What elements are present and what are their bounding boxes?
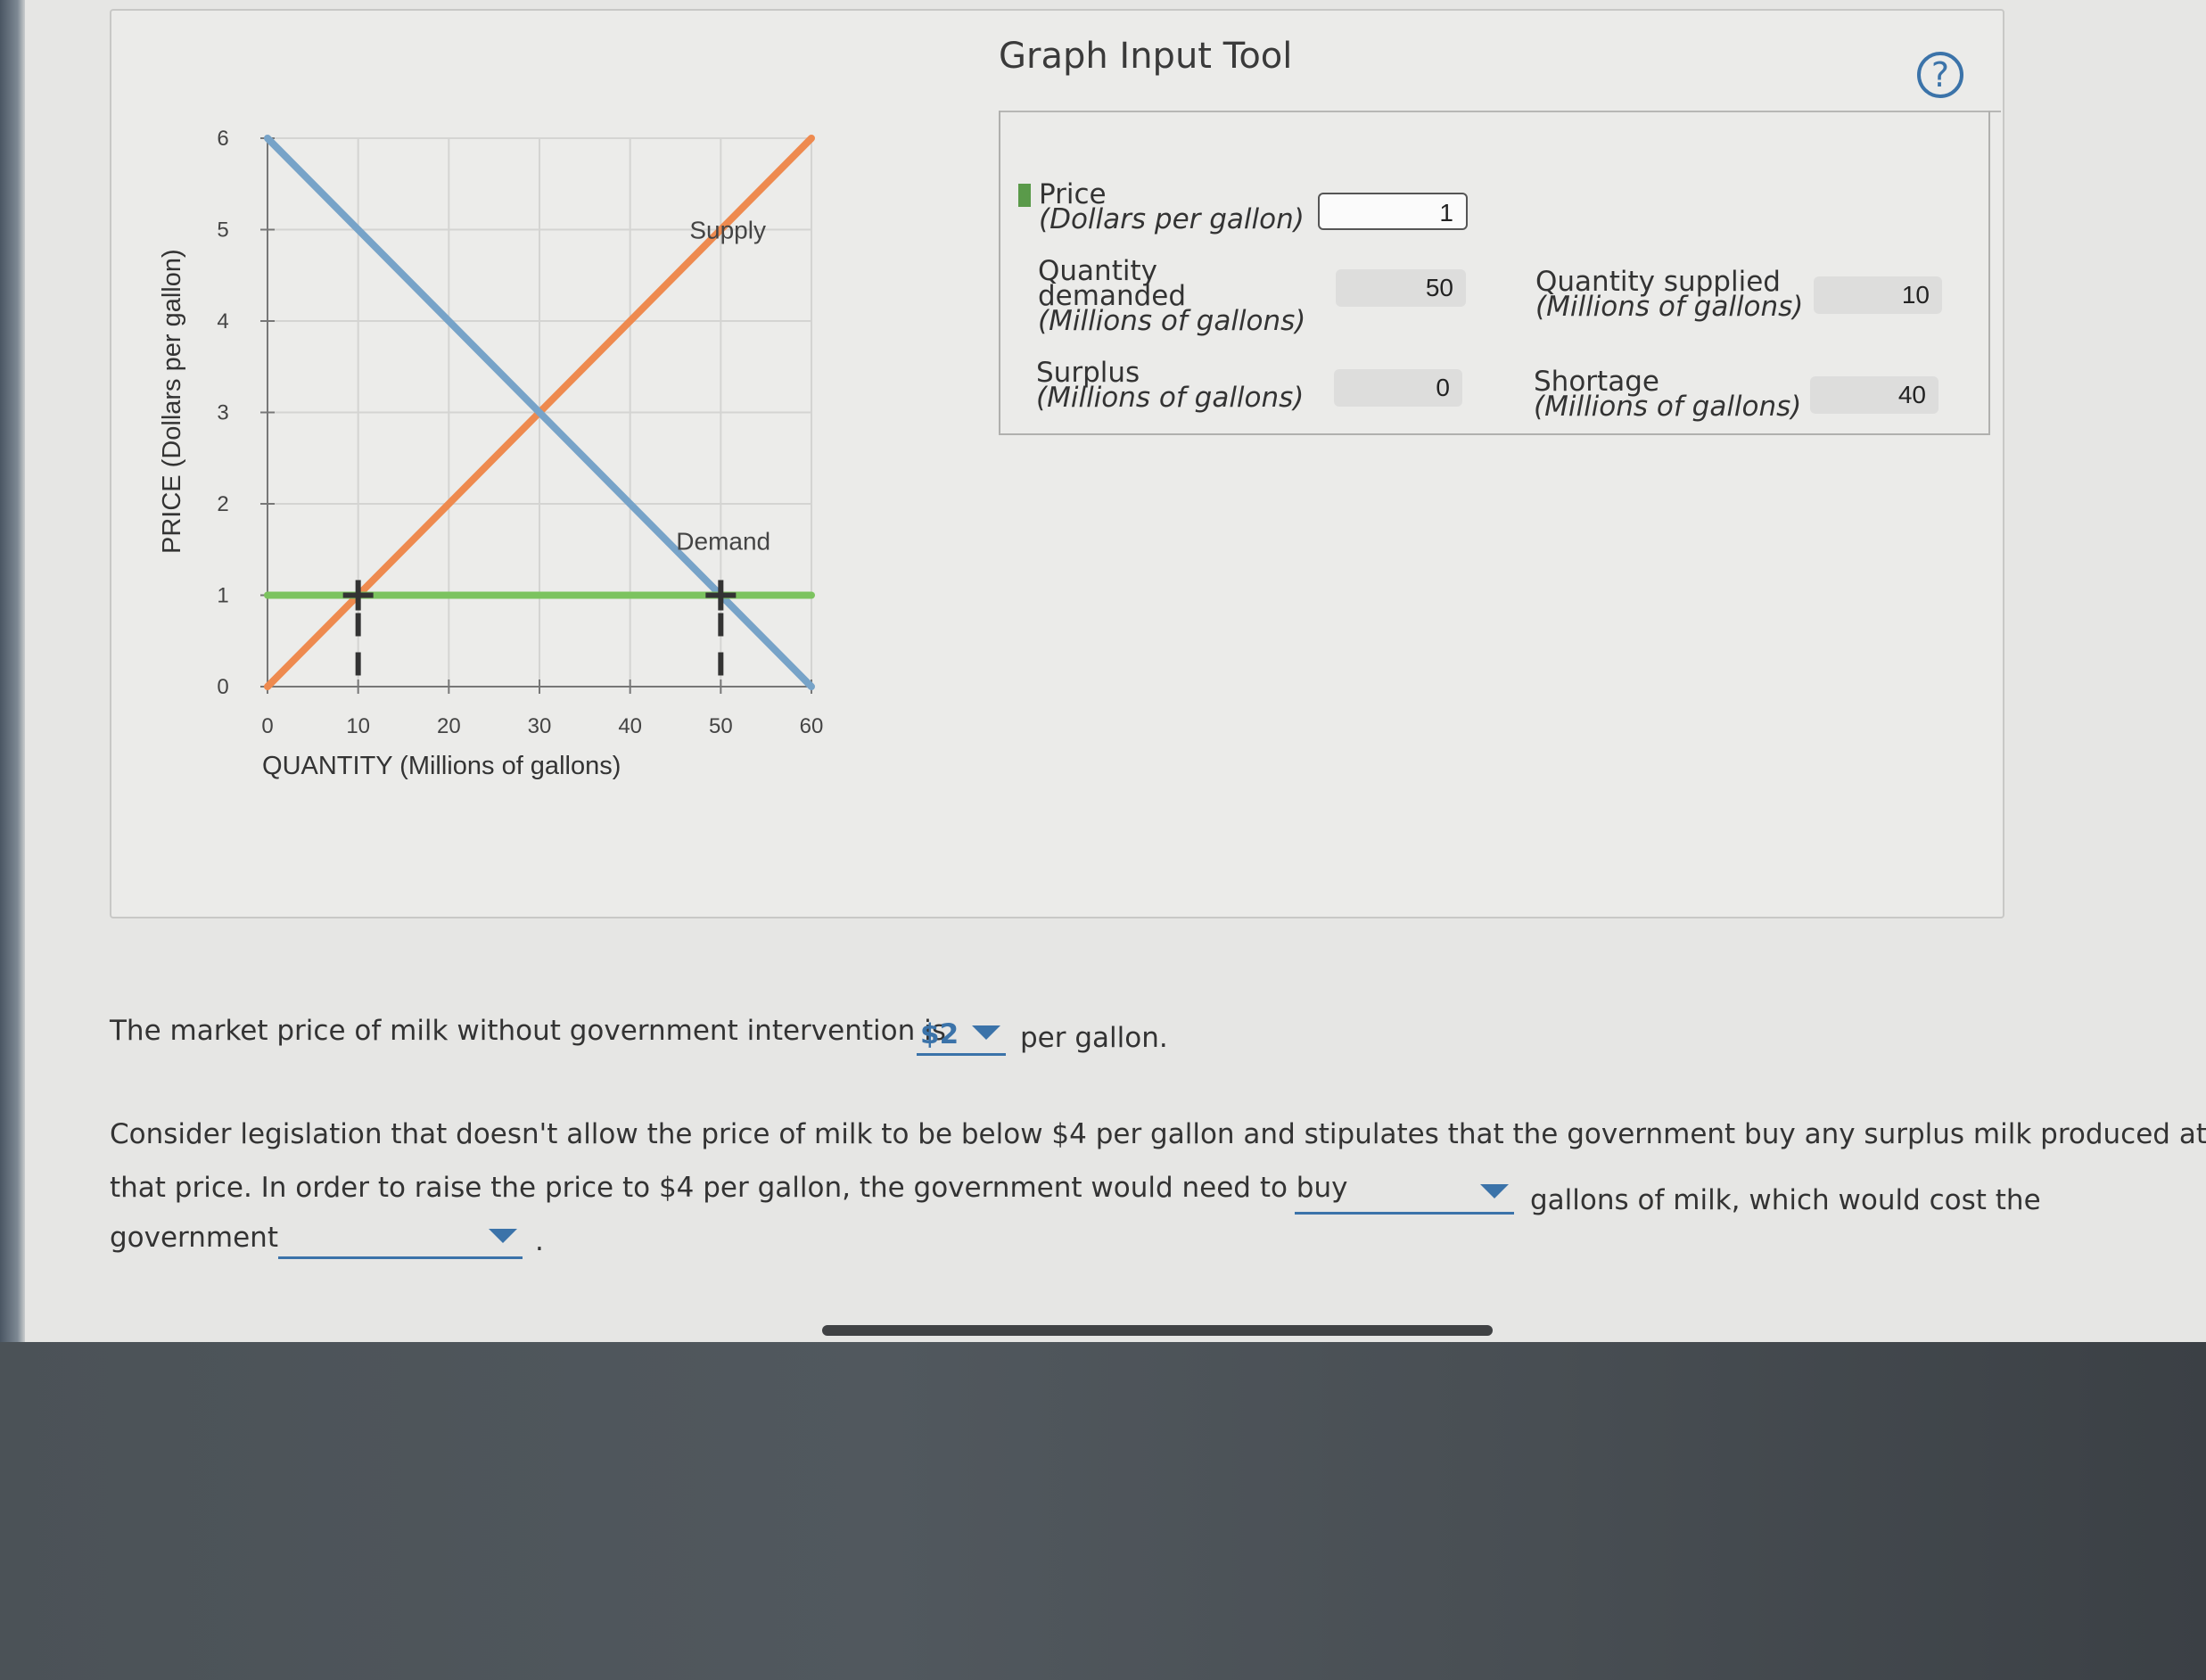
y-tick-label: 4 <box>217 309 228 334</box>
question-line-3-end: gallons of milk, which would cost the <box>1530 1184 2041 1216</box>
x-tick-label: 60 <box>800 714 824 738</box>
y-tick-label: 1 <box>217 584 228 608</box>
x-tick-label: 50 <box>709 714 733 738</box>
question-line-1-text: The market price of milk without governm… <box>110 1015 946 1047</box>
graph-input-tool-title: Graph Input Tool <box>999 36 1293 77</box>
question-line-2-text: Consider legislation that doesn't allow … <box>110 1118 2206 1150</box>
market-price-dropdown[interactable]: $2 <box>917 1018 1006 1056</box>
chevron-down-icon <box>489 1229 517 1243</box>
demand-label: Demand <box>676 527 770 555</box>
x-tick-label: 20 <box>437 714 461 738</box>
quantity-demanded-value: 50 <box>1336 269 1466 307</box>
y-tick-label: 3 <box>217 401 228 425</box>
surplus-value: 0 <box>1334 369 1462 407</box>
price-label: Price (Dollars per gallon) <box>1039 181 1305 235</box>
y-tick-label: 0 <box>217 675 228 699</box>
qd-units: (Millions of gallons) <box>1038 305 1306 337</box>
chevron-down-icon <box>1480 1184 1509 1198</box>
x-tick-label: 30 <box>528 714 552 738</box>
y-tick-label: 2 <box>217 492 228 516</box>
screen-bezel <box>0 1342 2206 1680</box>
cost-dropdown[interactable] <box>278 1223 523 1259</box>
shortage-value: 40 <box>1810 376 1938 414</box>
question-line-1-end: per gallon. <box>1020 1022 1168 1054</box>
help-icon[interactable]: ? <box>1917 52 1963 98</box>
supply-label: Supply <box>689 217 766 244</box>
surplus-units: (Millions of gallons) <box>1036 382 1305 414</box>
price-input[interactable]: 1 <box>1318 193 1468 230</box>
surplus-label: Surplus (Millions of gallons) <box>1036 359 1305 414</box>
question-line-4-end: . <box>535 1225 544 1257</box>
quantity-supplied-label: Quantity supplied (Millions of gallons) <box>1535 268 1804 323</box>
price-swatch-icon <box>1018 184 1031 207</box>
shortage-units: (Millions of gallons) <box>1534 391 1802 423</box>
market-price-selected: $2 <box>920 1018 959 1050</box>
x-tick-label: 0 <box>261 714 273 738</box>
question-line-3-text: that price. In order to raise the price … <box>110 1172 1348 1204</box>
y-axis-title: PRICE (Dollars per gallon) <box>158 249 186 554</box>
screen-left-edge <box>0 0 25 1345</box>
y-tick-label: 5 <box>217 218 228 243</box>
chevron-down-icon <box>972 1025 1000 1040</box>
shortage-label: Shortage (Millions of gallons) <box>1534 368 1802 423</box>
y-tick-label: 6 <box>217 127 228 151</box>
horizontal-scrollbar[interactable] <box>822 1325 1493 1336</box>
quantity-demanded-label: Quantity demanded (Millions of gallons) <box>1038 258 1306 337</box>
x-tick-label: 10 <box>346 714 370 738</box>
price-units: (Dollars per gallon) <box>1039 203 1305 235</box>
question-line-4-text: government <box>110 1222 278 1254</box>
supply-demand-chart: 0 10 20 30 40 50 60 0 1 2 3 4 5 6 QUANTITY (Millions o… <box>158 127 824 780</box>
qs-units: (Millions of gallons) <box>1535 291 1804 323</box>
gallons-dropdown[interactable] <box>1295 1179 1514 1215</box>
x-axis-title: QUANTITY (Millions of gallons) <box>262 752 621 780</box>
x-tick-label: 40 <box>618 714 642 738</box>
quantity-supplied-value: 10 <box>1814 276 1942 314</box>
